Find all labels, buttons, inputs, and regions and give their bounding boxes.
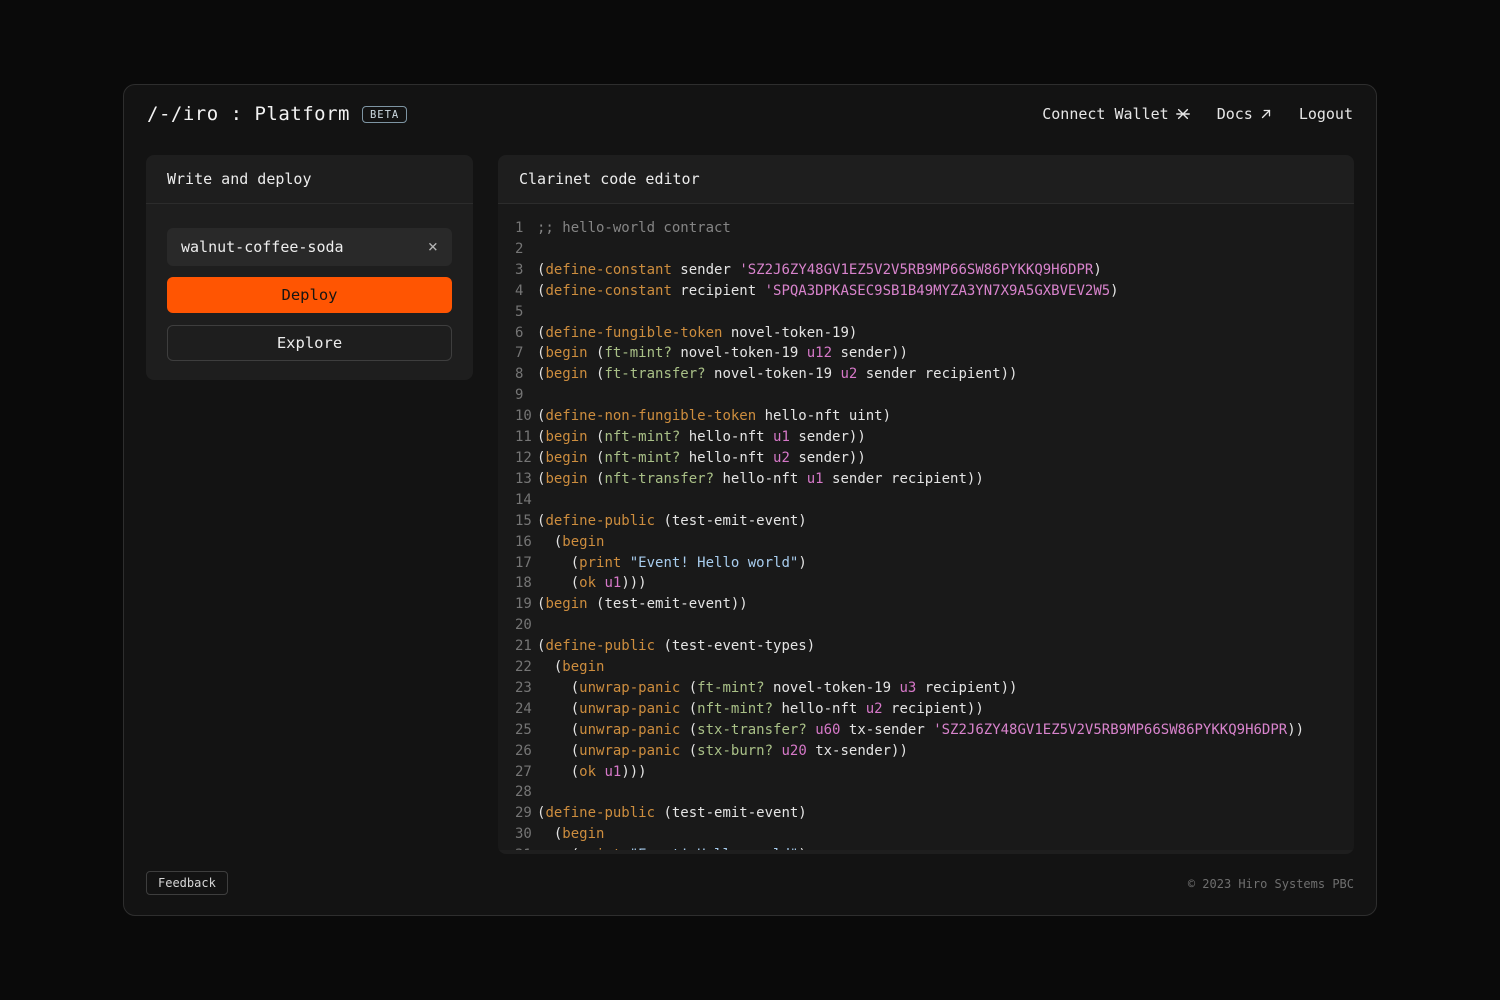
code-line: 29(define-public (test-emit-event) [498,803,1354,824]
code-line: 7(begin (ft-mint? novel-token-19 u12 sen… [498,343,1354,364]
feedback-button[interactable]: Feedback [146,871,228,895]
code-line: 11(begin (nft-mint? hello-nft u1 sender)… [498,427,1354,448]
code-line: 24 (unwrap-panic (nft-mint? hello-nft u2… [498,699,1354,720]
deploy-button[interactable]: Deploy [167,277,452,313]
line-number: 25 [498,720,537,741]
line-number: 5 [498,302,537,323]
code-line: 20 [498,615,1354,636]
stacks-asterisk-icon [1176,107,1190,121]
contract-name-field: × [167,228,452,266]
app-card: /-/iro : Platform BETA Connect Wallet Do… [123,84,1377,916]
header-nav: Connect Wallet Docs [1042,105,1353,123]
line-number: 21 [498,636,537,657]
code-line: 15(define-public (test-emit-event) [498,511,1354,532]
connect-wallet-button[interactable]: Connect Wallet [1042,105,1189,123]
line-number: 26 [498,741,537,762]
beta-badge: BETA [362,106,407,123]
line-number: 18 [498,573,537,594]
explore-button[interactable]: Explore [167,325,452,361]
line-number: 3 [498,260,537,281]
line-number: 14 [498,490,537,511]
line-number: 8 [498,364,537,385]
line-number: 2 [498,239,537,260]
clear-input-icon[interactable]: × [420,239,438,256]
copyright-text: © 2023 Hiro Systems PBC [1188,877,1354,891]
line-number: 9 [498,385,537,406]
code-lines[interactable]: 1;; hello-world contract23(define-consta… [498,204,1354,850]
line-number: 22 [498,657,537,678]
header: /-/iro : Platform BETA Connect Wallet Do… [124,85,1376,143]
code-line: 10(define-non-fungible-token hello-nft u… [498,406,1354,427]
editor-panel-header: Clarinet code editor [498,155,1354,204]
code-line: 19(begin (test-emit-event)) [498,594,1354,615]
code-line: 28 [498,782,1354,803]
line-number: 6 [498,323,537,344]
code-line: 6(define-fungible-token novel-token-19) [498,323,1354,344]
line-number: 17 [498,553,537,574]
line-number: 13 [498,469,537,490]
line-number: 30 [498,824,537,845]
docs-label: Docs [1217,105,1253,123]
code-line: 22 (begin [498,657,1354,678]
code-line: 17 (print "Event! Hello world") [498,553,1354,574]
code-line: 30 (begin [498,824,1354,845]
logout-label: Logout [1299,105,1353,123]
logout-button[interactable]: Logout [1299,105,1353,123]
code-line: 25 (unwrap-panic (stx-transfer? u60 tx-s… [498,720,1354,741]
line-number: 16 [498,532,537,553]
deploy-panel-title: Write and deploy [167,170,312,188]
line-number: 29 [498,803,537,824]
line-number: 4 [498,281,537,302]
code-line: 1;; hello-world contract [498,218,1354,239]
code-line: 5 [498,302,1354,323]
connect-wallet-label: Connect Wallet [1042,105,1168,123]
arrow-up-right-icon [1260,108,1272,120]
code-line: 18 (ok u1))) [498,573,1354,594]
deploy-panel-header: Write and deploy [146,155,473,204]
write-and-deploy-panel: Write and deploy × Deploy Explore [146,155,473,380]
docs-link[interactable]: Docs [1217,105,1272,123]
code-line: 27 (ok u1))) [498,762,1354,783]
code-line: 16 (begin [498,532,1354,553]
editor-panel-title: Clarinet code editor [519,170,700,188]
line-number: 19 [498,594,537,615]
code-line: 12(begin (nft-mint? hello-nft u2 sender)… [498,448,1354,469]
line-number: 20 [498,615,537,636]
code-line: 13(begin (nft-transfer? hello-nft u1 sen… [498,469,1354,490]
line-number: 7 [498,343,537,364]
code-line: 14 [498,490,1354,511]
code-line: 23 (unwrap-panic (ft-mint? novel-token-1… [498,678,1354,699]
clarinet-editor-panel: Clarinet code editor 1;; hello-world con… [498,155,1354,854]
code-line: 2 [498,239,1354,260]
code-line: 3(define-constant sender 'SZ2J6ZY48GV1EZ… [498,260,1354,281]
code-line: 26 (unwrap-panic (stx-burn? u20 tx-sende… [498,741,1354,762]
app-logo: /-/iro : Platform [147,103,350,125]
deploy-panel-body: × Deploy Explore [146,204,473,361]
code-line: 4(define-constant recipient 'SPQA3DPKASE… [498,281,1354,302]
line-number: 15 [498,511,537,532]
code-line: 8(begin (ft-transfer? novel-token-19 u2 … [498,364,1354,385]
line-number: 24 [498,699,537,720]
line-number: 27 [498,762,537,783]
line-number: 28 [498,782,537,803]
line-number: 10 [498,406,537,427]
code-line: 31 (print "Event! Hello world") [498,845,1354,850]
line-number: 12 [498,448,537,469]
line-number: 23 [498,678,537,699]
contract-name-input[interactable] [181,238,420,256]
line-number: 31 [498,845,537,850]
code-line: 21(define-public (test-event-types) [498,636,1354,657]
line-number: 1 [498,218,537,239]
code-line: 9 [498,385,1354,406]
line-number: 11 [498,427,537,448]
